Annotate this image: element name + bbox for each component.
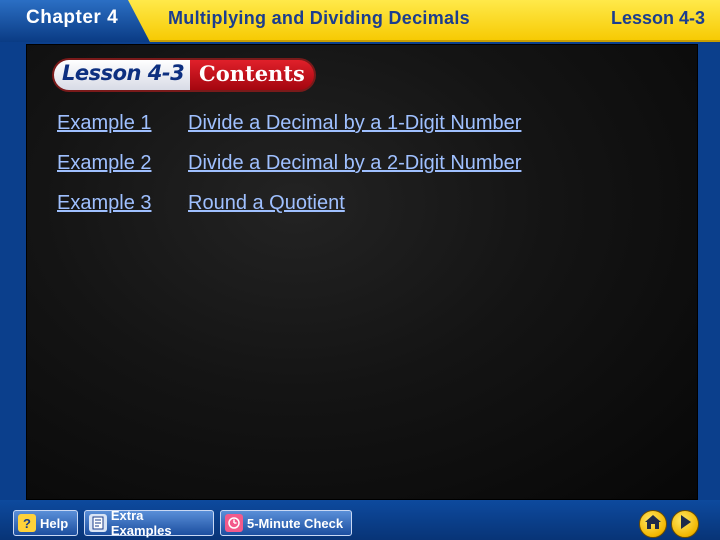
five-minute-check-button[interactable]: 5-Minute Check: [220, 510, 352, 536]
example-title[interactable]: Divide a Decimal by a 2-Digit Number: [188, 152, 521, 175]
lesson-label: Lesson 4-3: [610, 8, 705, 28]
banner-contents-label: Contents: [199, 61, 305, 86]
extra-examples-label: Extra Examples: [110, 508, 172, 538]
example-title[interactable]: Round a Quotient: [188, 192, 345, 215]
chapter-title: Multiplying and Dividing Decimals: [168, 8, 470, 28]
example-link-2[interactable]: Example 2 Divide a Decimal by a 2-Digit …: [57, 152, 521, 178]
lesson-contents-banner: Lesson 4-3 Contents: [52, 58, 316, 92]
example-link-3[interactable]: Example 3 Round a Quotient: [57, 192, 345, 218]
extra-examples-button[interactable]: Extra Examples: [84, 508, 214, 538]
header-divider: [150, 40, 720, 42]
chapter-label: Chapter 4: [26, 7, 119, 28]
help-button[interactable]: ? Help: [13, 510, 78, 536]
example-link-1[interactable]: Example 1 Divide a Decimal by a 1-Digit …: [57, 112, 521, 138]
next-slide-button[interactable]: [671, 510, 699, 538]
example-label[interactable]: Example 1: [57, 112, 152, 134]
banner-lesson-label: Lesson 4-3: [62, 61, 185, 85]
question-mark-icon: ?: [18, 514, 36, 532]
home-icon: [644, 514, 662, 535]
notepad-icon: [89, 514, 107, 532]
clock-icon: [225, 514, 243, 532]
header-bar: Chapter 4 Multiplying and Dividing Decim…: [0, 0, 720, 42]
play-next-icon: [678, 514, 692, 535]
example-label[interactable]: Example 2: [57, 152, 152, 174]
home-button[interactable]: [639, 510, 667, 538]
example-title[interactable]: Divide a Decimal by a 1-Digit Number: [188, 112, 521, 135]
five-minute-check-label: 5-Minute Check: [247, 515, 344, 531]
example-label[interactable]: Example 3: [57, 192, 152, 214]
help-button-label: Help: [40, 515, 69, 531]
